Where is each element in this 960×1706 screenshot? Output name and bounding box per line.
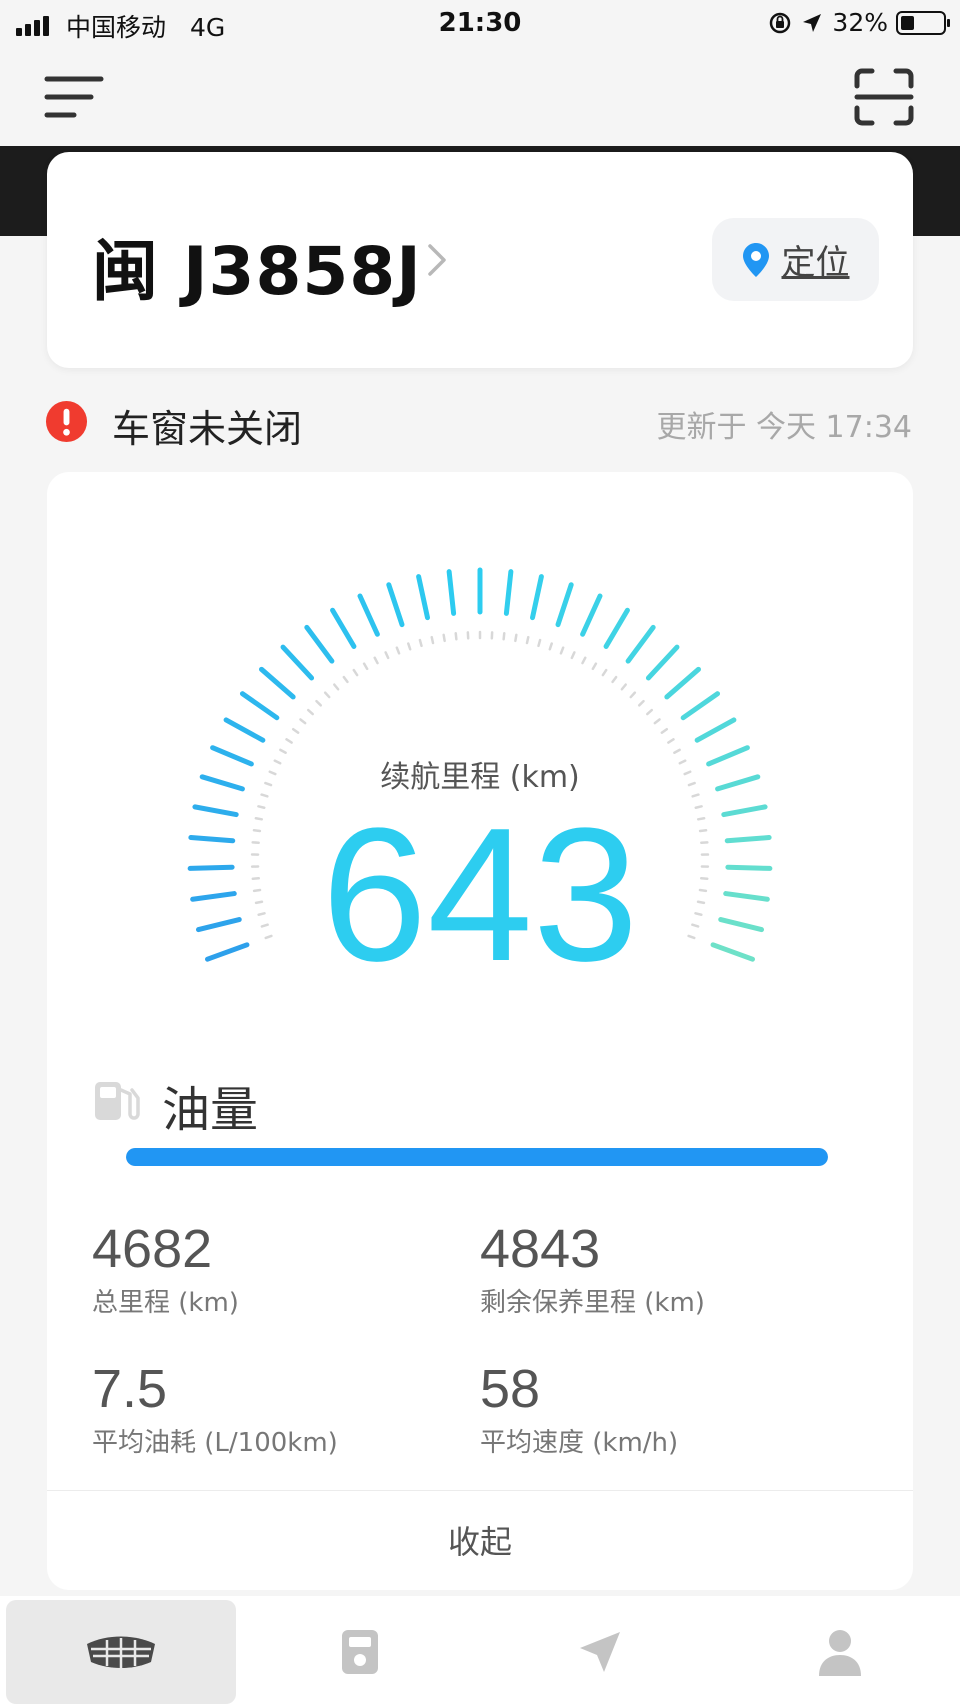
stat-value: 7.5 [92, 1359, 168, 1419]
gauge-minor-tick [454, 632, 458, 641]
gauge-minor-tick [660, 727, 669, 734]
gauge-minor-tick [285, 738, 293, 744]
gauge-minor-tick [306, 708, 314, 716]
stat-label: 平均速度 (km/h) [480, 1428, 679, 1458]
gauge-tick [280, 644, 315, 681]
gauge-minor-tick [352, 668, 359, 677]
gauge-minor-tick [291, 727, 300, 734]
user-icon [819, 1630, 861, 1676]
gauge-minor-tick [537, 638, 542, 648]
gauge-tick [259, 666, 296, 700]
stat-value: 4682 [92, 1219, 213, 1279]
gauge-minor-tick [333, 683, 340, 691]
menu-icon[interactable] [44, 74, 104, 120]
gauge-tick [503, 569, 514, 616]
gauge-tick [580, 593, 603, 637]
gauge-minor-tick [559, 646, 565, 655]
gauge-minor-tick [442, 633, 446, 643]
stat-label: 平均油耗 (L/100km) [92, 1428, 338, 1458]
gauge-minor-tick [629, 691, 637, 699]
gauge-minor-tick [395, 646, 401, 655]
chevron-right-icon[interactable] [424, 240, 450, 280]
gauge-minor-tick [637, 699, 645, 707]
gauge-tick [223, 717, 266, 743]
gauge-minor-tick [373, 656, 379, 665]
stat-value: 58 [480, 1359, 541, 1419]
fuel-bar-fill [126, 1148, 828, 1166]
stat-label: 总里程 (km) [92, 1288, 239, 1318]
gauge-tick [304, 624, 335, 664]
license-plate[interactable]: 闽 J3858J [92, 218, 422, 314]
gauge-minor-tick [418, 638, 423, 648]
gauge-tick [625, 624, 656, 664]
gauge-minor-tick [646, 708, 654, 716]
battery-icon [896, 10, 950, 35]
gauge-minor-tick [591, 662, 598, 671]
stat-value: 4843 [480, 1219, 601, 1279]
fuel-pump-icon [342, 1630, 378, 1674]
locate-label: 定位 [781, 243, 850, 283]
gauge-tick [603, 607, 630, 649]
nav-bar [0, 50, 960, 146]
gauge-minor-tick [514, 633, 518, 643]
stat-avg-fuel: 7.5 平均油耗 (L/100km) [92, 1362, 338, 1459]
gauge-minor-tick [430, 635, 435, 645]
stat-maintenance-mileage: 4843 剩余保养里程 (km) [480, 1222, 705, 1319]
gauge-minor-tick [570, 651, 576, 660]
fuel-pump-icon [95, 1082, 140, 1120]
gauge-tick [330, 607, 357, 649]
gauge-minor-tick [667, 738, 675, 744]
gauge-tick [645, 644, 680, 681]
fuel-label: 油量 [162, 1082, 259, 1138]
range-value: 643 [321, 789, 639, 1001]
gauge-minor-tick [620, 683, 627, 691]
gauge-minor-tick [611, 675, 618, 684]
gauge-tick [680, 691, 721, 721]
brand-logo-icon [87, 1636, 155, 1668]
scan-icon[interactable] [854, 68, 914, 126]
stat-total-mileage: 4682 总里程 (km) [92, 1222, 239, 1319]
tab-profile[interactable] [730, 1600, 950, 1704]
gauge-minor-tick [362, 662, 369, 671]
gauge-tick [239, 691, 280, 721]
navigation-icon [580, 1632, 620, 1672]
gauge-minor-tick [601, 668, 608, 677]
tab-navigation[interactable] [490, 1600, 710, 1704]
tab-home[interactable] [6, 1600, 236, 1704]
gauge-minor-tick [323, 691, 331, 699]
gauge-minor-tick [525, 635, 530, 645]
gauge-minor-tick [548, 642, 553, 651]
location-pin-icon [742, 242, 769, 277]
stat-avg-speed: 58 平均速度 (km/h) [480, 1362, 678, 1459]
gauge-minor-tick [581, 656, 587, 665]
gauge-tick [664, 666, 701, 700]
location-arrow-icon [803, 13, 822, 32]
status-right: 32% [768, 8, 950, 37]
gauge-minor-tick [315, 699, 323, 707]
gauge-minor-tick [299, 718, 307, 725]
gauge-minor-tick [342, 675, 349, 684]
gauge-minor-tick [653, 718, 661, 725]
gauge-tick [530, 574, 544, 621]
fuel-bar [126, 1148, 828, 1166]
alert-icon [45, 400, 88, 443]
gauge-tick [555, 582, 574, 628]
gauge-tick [416, 574, 430, 621]
tab-fuel[interactable] [250, 1600, 470, 1704]
collapse-button[interactable]: 收起 [47, 1492, 913, 1588]
gauge-tick [694, 717, 737, 743]
gauge-minor-tick [407, 642, 412, 651]
divider [47, 1490, 913, 1491]
locate-button[interactable]: 定位 [712, 218, 879, 301]
gauge-minor-tick [502, 632, 506, 641]
battery-percent: 32% [832, 8, 888, 37]
gauge-tick [446, 569, 457, 616]
gauge-tick [357, 593, 380, 637]
orientation-lock-icon [770, 12, 791, 33]
alert-message: 车窗未关闭 [112, 407, 303, 451]
stat-label: 剩余保养里程 (km) [480, 1288, 705, 1318]
gauge-tick [386, 582, 405, 628]
updated-time: 更新于 今天 17:34 [656, 410, 912, 445]
gauge-minor-tick [384, 651, 390, 660]
